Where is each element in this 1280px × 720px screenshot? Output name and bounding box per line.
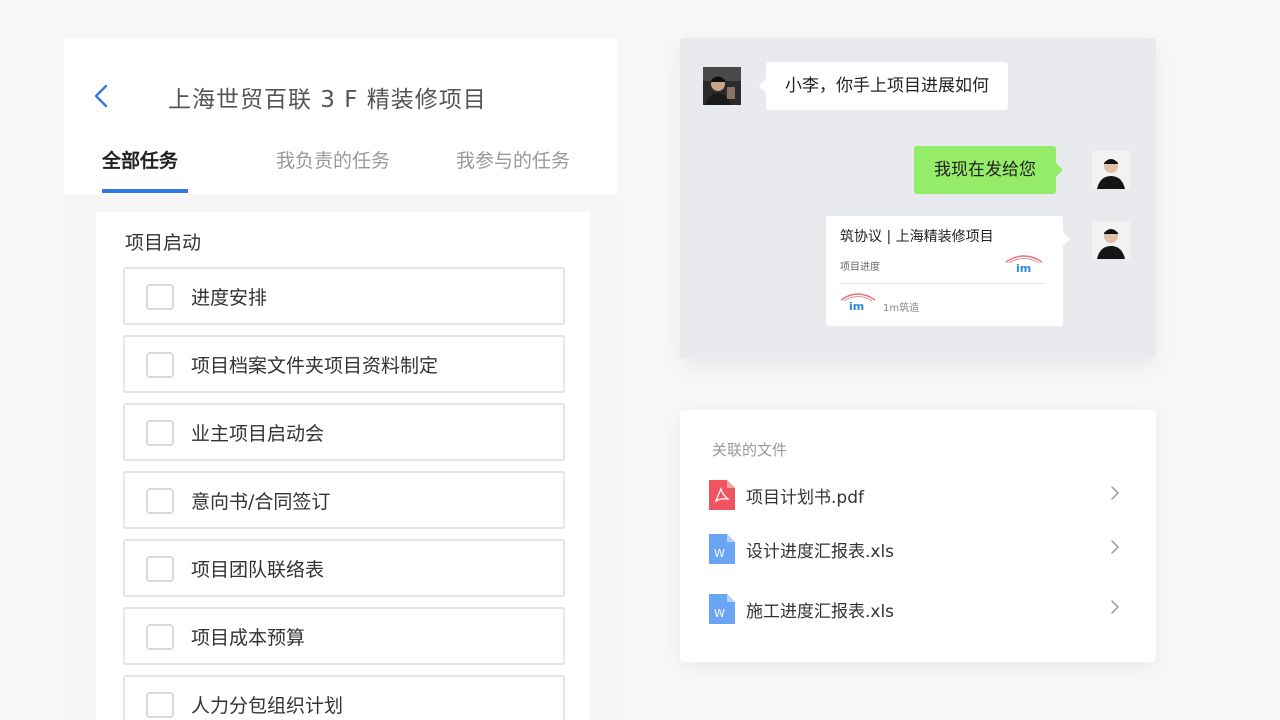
task-label: 进度安排 xyxy=(191,287,268,309)
avatar[interactable] xyxy=(1092,221,1130,259)
link-card-title: 筑协议 | 上海精装修项目 xyxy=(840,229,994,245)
task-label: 项目档案文件夹项目资料制定 xyxy=(191,355,439,377)
file-row[interactable]: W 施工进度汇报表.xls xyxy=(680,588,1156,628)
task-header: 上海世贸百联 3 F 精装修项目 全部任务 我负责的任务 我参与的任务 xyxy=(64,38,618,194)
svg-text:W: W xyxy=(714,607,725,620)
divider xyxy=(840,283,1044,284)
task-label: 人力分包组织计划 xyxy=(191,695,344,717)
task-item[interactable]: 项目团队联络表 xyxy=(123,539,565,597)
related-files-panel: 关联的文件 项目计划书.pdf W 设计进度汇报表.xls W 施工进度汇报表.… xyxy=(680,410,1156,662)
shared-link-card[interactable]: 筑协议 | 上海精装修项目 项目进度 im im 1m筑造 xyxy=(826,216,1070,326)
active-tab-indicator xyxy=(102,189,188,193)
chevron-right-icon xyxy=(1111,486,1119,500)
task-panel: 上海世贸百联 3 F 精装修项目 全部任务 我负责的任务 我参与的任务 项目启动… xyxy=(64,38,618,720)
task-list-card: 项目启动 进度安排 项目档案文件夹项目资料制定 业主项目启动会 意向书/合同签订… xyxy=(96,212,590,720)
task-checkbox[interactable] xyxy=(146,284,174,310)
word-file-icon: W xyxy=(709,594,735,624)
pdf-file-icon xyxy=(709,480,735,510)
file-name: 设计进度汇报表.xls xyxy=(746,542,895,562)
task-label: 项目成本预算 xyxy=(191,627,306,649)
task-checkbox[interactable] xyxy=(146,488,174,514)
word-file-icon: W xyxy=(709,534,735,564)
file-row[interactable]: 项目计划书.pdf xyxy=(680,474,1156,514)
svg-text:im: im xyxy=(1016,262,1031,274)
task-item[interactable]: 进度安排 xyxy=(123,267,565,325)
im-logo-icon: im xyxy=(1005,255,1043,274)
task-checkbox[interactable] xyxy=(146,352,174,378)
chevron-right-icon xyxy=(1111,540,1119,554)
task-item[interactable]: 项目档案文件夹项目资料制定 xyxy=(123,335,565,393)
section-title: 项目启动 xyxy=(125,232,202,254)
task-checkbox[interactable] xyxy=(146,556,174,582)
incoming-message: 小李，你手上项目进展如何 xyxy=(759,62,1008,110)
link-card-source: 1m筑造 xyxy=(883,303,920,314)
task-label: 意向书/合同签订 xyxy=(191,491,331,513)
file-name: 施工进度汇报表.xls xyxy=(746,602,895,622)
task-item[interactable]: 意向书/合同签订 xyxy=(123,471,565,529)
chat-panel: 小李，你手上项目进展如何 我现在发给您 筑协议 | 上海精装修项目 项目进度 i… xyxy=(680,38,1156,358)
task-item[interactable]: 项目成本预算 xyxy=(123,607,565,665)
im-logo-icon: im xyxy=(840,293,876,312)
file-row[interactable]: W 设计进度汇报表.xls xyxy=(680,528,1156,568)
task-label: 项目团队联络表 xyxy=(191,559,325,581)
tab-all-tasks[interactable]: 全部任务 xyxy=(102,146,178,173)
task-label: 业主项目启动会 xyxy=(191,423,325,445)
file-name: 项目计划书.pdf xyxy=(746,488,864,508)
chevron-left-icon[interactable] xyxy=(88,82,116,110)
avatar[interactable] xyxy=(703,67,741,105)
tab-my-participated[interactable]: 我参与的任务 xyxy=(456,146,570,173)
person-avatar-icon xyxy=(1092,221,1130,259)
tab-my-responsible[interactable]: 我负责的任务 xyxy=(276,146,390,173)
person-avatar-icon xyxy=(1092,151,1130,189)
svg-text:W: W xyxy=(714,547,725,560)
person-avatar-icon xyxy=(703,67,741,105)
avatar[interactable] xyxy=(1092,151,1130,189)
task-item[interactable]: 业主项目启动会 xyxy=(123,403,565,461)
task-item[interactable]: 人力分包组织计划 xyxy=(123,675,565,720)
page-title: 上海世贸百联 3 F 精装修项目 xyxy=(168,87,487,113)
task-checkbox[interactable] xyxy=(146,692,174,718)
chevron-right-icon xyxy=(1111,600,1119,614)
svg-text:im: im xyxy=(849,300,864,312)
link-card-subtitle: 项目进度 xyxy=(840,262,880,273)
task-checkbox[interactable] xyxy=(146,420,174,446)
outgoing-message: 我现在发给您 xyxy=(914,146,1063,194)
task-checkbox[interactable] xyxy=(146,624,174,650)
files-title: 关联的文件 xyxy=(712,441,788,459)
